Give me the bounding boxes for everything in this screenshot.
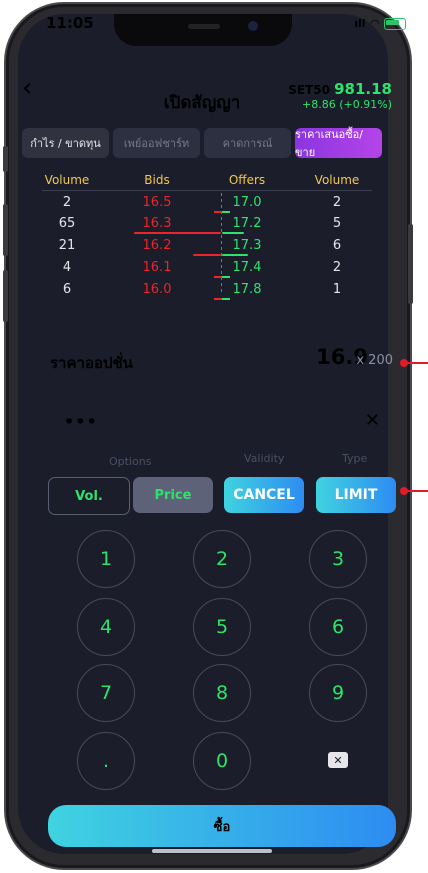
wifi-icon: ◠ [370,17,379,30]
mute-switch [3,146,8,172]
bid-depth-bar [193,254,221,256]
key-2[interactable]: 2 [193,530,251,588]
front-camera [248,21,258,31]
key-5[interactable]: 5 [193,598,251,656]
battery-icon [384,17,406,30]
key-8[interactable]: 8 [193,664,251,722]
bid-depth-mark [214,298,222,300]
offer-depth-mark [222,298,230,300]
tab-profit-loss[interactable]: กำไร / ขาดทุน [22,128,109,158]
orderbook-row[interactable]: 4 16.1 17.4 2 [22,260,382,275]
volume-button[interactable]: Vol. [48,477,130,515]
offer-depth-bar [222,232,244,234]
key-6[interactable]: 6 [309,598,367,656]
notch [114,14,292,46]
status-icons: ıll ◠ [354,17,406,30]
offer-volume: 5 [332,216,342,231]
bid-volume-header: Volume [44,173,90,187]
close-icon[interactable]: ✕ [365,410,380,431]
key-decimal[interactable]: . [77,732,135,790]
home-indicator [152,849,272,853]
key-1[interactable]: 1 [77,530,135,588]
volume-up-button [3,204,8,256]
bid-price: 16.2 [142,238,172,253]
option-price-label: ราคาออปชั่น [50,354,133,372]
tab-forecast[interactable]: คาดการณ์ [204,128,291,158]
orderbook-row[interactable]: 65 16.3 17.2 5 [22,216,382,231]
offer-volume: 1 [332,282,342,297]
offer-price: 17.4 [232,260,262,275]
callout-line [404,362,428,364]
signal-icon: ıll [354,17,366,30]
offer-depth-bar [222,254,248,256]
bid-depth-mark [214,276,222,278]
cancel-validity-button[interactable]: CANCEL [224,477,304,513]
price-button[interactable]: Price [133,477,213,513]
bid-volume: 65 [58,216,76,231]
key-9[interactable]: 9 [309,664,367,722]
status-time: 11:05 [46,14,94,32]
limit-type-button[interactable]: LIMIT [316,477,396,513]
option-quantity: x 200 [356,353,393,368]
bids-header: Bids [144,173,170,187]
bid-volume: 4 [62,260,72,275]
options-section-label: Options [109,455,152,468]
offer-price: 17.0 [232,195,262,210]
key-7[interactable]: 7 [77,664,135,722]
callout-line [404,490,428,492]
offer-depth-mark [222,276,230,278]
offer-volume: 6 [332,238,342,253]
orderbook-center-divider [221,193,222,293]
index-value: 981.18 [334,80,392,98]
bid-price: 16.5 [142,195,172,210]
orderbook-row[interactable]: 6 16.0 17.8 1 [22,282,382,297]
key-4[interactable]: 4 [77,598,135,656]
offers-header: Offers [228,173,266,187]
offer-price: 17.2 [232,216,262,231]
tab-payoff-chart[interactable]: เพย์ออฟชาร์ท [113,128,200,158]
volume-down-button [3,270,8,322]
index-change: +8.86 (+0.91%) [302,98,392,111]
key-0[interactable]: 0 [193,732,251,790]
bid-price: 16.0 [142,282,172,297]
index-name: SET50 [288,83,330,97]
orderbook-header-divider [42,190,372,191]
key-3[interactable]: 3 [309,530,367,588]
bid-depth-bar [134,232,221,234]
index-quote: SET50 981.18 [288,80,392,98]
speaker [188,24,220,29]
offer-volume: 2 [332,195,342,210]
orderbook-row[interactable]: 2 16.5 17.0 2 [22,195,382,210]
bid-volume: 21 [58,238,76,253]
offer-volume-header: Volume [314,173,360,187]
tab-bar: กำไร / ขาดทุน เพย์ออฟชาร์ท คาดการณ์ ราคา… [22,128,382,159]
bid-depth-mark [214,211,222,213]
validity-section-label: Validity [244,452,285,465]
bid-price: 16.3 [142,216,172,231]
tab-bid-offer[interactable]: ราคาเสนอซื้อ/ขาย [295,128,382,159]
buy-button[interactable]: ซื้อ [48,805,396,847]
offer-depth-mark [222,211,230,213]
type-section-label: Type [342,452,368,465]
offer-volume: 2 [332,260,342,275]
orderbook-row[interactable]: 21 16.2 17.3 6 [22,238,382,253]
backspace-icon[interactable]: ✕ [328,752,348,768]
orderbook-header: Volume Bids Offers Volume [22,173,382,187]
bid-volume: 6 [62,282,72,297]
bid-price: 16.1 [142,260,172,275]
bid-volume: 2 [62,195,72,210]
offer-price: 17.3 [232,238,262,253]
offer-price: 17.8 [232,282,262,297]
power-button [408,224,413,304]
more-options-icon[interactable]: ••• [64,412,98,431]
